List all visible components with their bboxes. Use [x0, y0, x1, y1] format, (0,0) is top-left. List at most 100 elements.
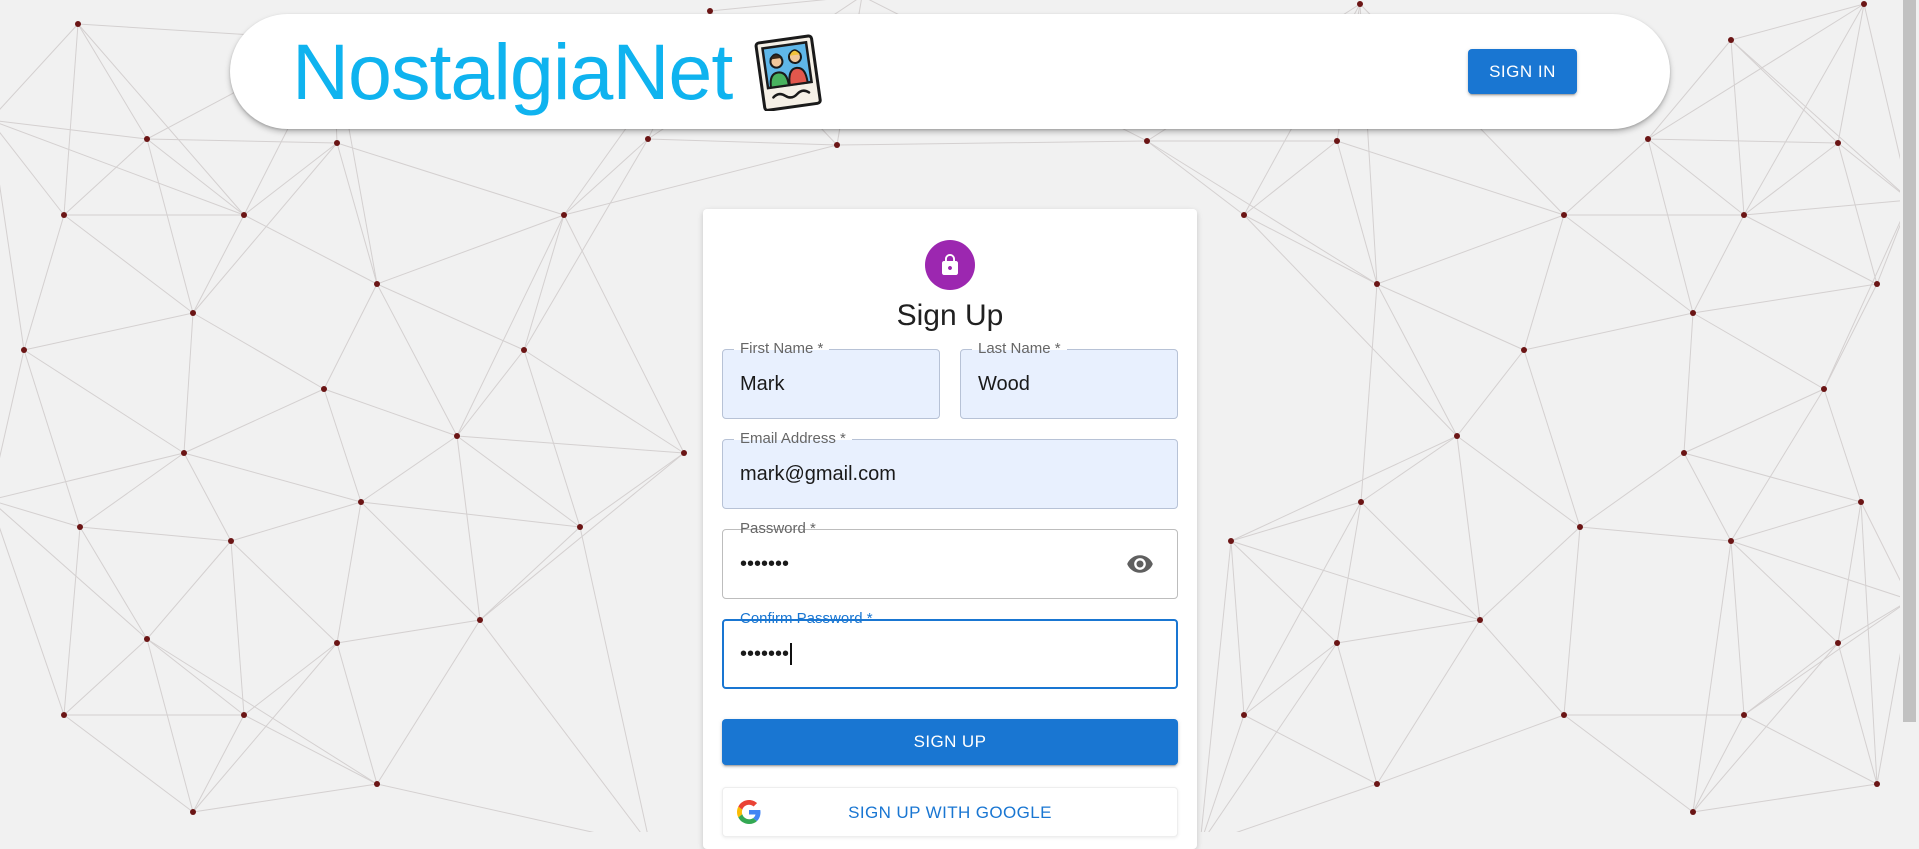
- network-line: [63, 714, 194, 813]
- network-line: [63, 23, 79, 216]
- network-line: [1479, 526, 1581, 621]
- network-line: [1743, 714, 1878, 785]
- network-line: [1837, 142, 1878, 285]
- brand-name: NostalgiaNet: [292, 27, 733, 116]
- network-line: [0, 184, 25, 351]
- network-line: [1203, 714, 1245, 832]
- network-line: [1236, 783, 1378, 832]
- network-line: [479, 619, 641, 832]
- network-node: [144, 136, 150, 142]
- network-node: [334, 640, 340, 646]
- network-node: [61, 712, 67, 718]
- network-node: [1835, 640, 1841, 646]
- network-node: [1241, 712, 1247, 718]
- network-line: [243, 642, 338, 716]
- network-line: [1479, 619, 1565, 716]
- network-line: [243, 214, 378, 285]
- network-line: [146, 638, 245, 716]
- network-node: [681, 450, 687, 456]
- network-line: [376, 619, 481, 785]
- network-line: [0, 508, 148, 640]
- network-node: [77, 524, 83, 530]
- network-line: [336, 501, 362, 644]
- email-field[interactable]: Email Address * mark@gmail.com: [722, 430, 1178, 509]
- password-field[interactable]: Password * •••••••: [722, 520, 1178, 599]
- brand: NostalgiaNet: [292, 32, 828, 111]
- network-line: [1563, 526, 1581, 716]
- network-line: [1743, 3, 1865, 216]
- network-line: [709, 0, 827, 12]
- network-line: [1692, 714, 1745, 813]
- lock-icon: [942, 254, 958, 275]
- network-node: [1357, 1, 1363, 7]
- network-line: [523, 138, 649, 351]
- network-line: [1730, 540, 1745, 716]
- network-line: [1376, 214, 1565, 285]
- network-line: [63, 526, 81, 716]
- network-line: [1243, 140, 1338, 216]
- network-line: [1863, 3, 1900, 160]
- confirm-password-value-wrap: •••••••: [740, 621, 792, 687]
- network-line: [836, 140, 1148, 146]
- network-line: [1730, 39, 1745, 216]
- network-line: [523, 349, 581, 528]
- network-line: [1683, 388, 1825, 454]
- last-name-field[interactable]: Last Name * Wood: [960, 340, 1178, 419]
- network-line: [1683, 312, 1694, 454]
- network-line: [79, 526, 232, 542]
- network-node: [1144, 138, 1150, 144]
- network-line: [376, 283, 458, 437]
- network-line: [1692, 783, 1878, 813]
- network-node: [1241, 212, 1247, 218]
- network-line: [336, 142, 378, 285]
- network-line: [579, 452, 685, 528]
- network-line: [1743, 200, 1900, 216]
- sign-in-button[interactable]: SIGN IN: [1468, 49, 1577, 94]
- network-node: [1858, 499, 1864, 505]
- text-caret: [790, 643, 792, 665]
- vertical-scrollbar[interactable]: [1900, 0, 1919, 832]
- network-line: [1692, 214, 1745, 314]
- network-line: [63, 138, 148, 216]
- network-line: [360, 501, 481, 621]
- network-line: [1336, 642, 1378, 785]
- eye-icon: [1127, 555, 1153, 573]
- network-node: [1374, 281, 1380, 287]
- password-value: •••••••: [740, 552, 790, 575]
- network-line: [1360, 283, 1378, 503]
- network-line: [23, 312, 194, 351]
- network-line: [79, 526, 148, 640]
- network-line: [1360, 501, 1481, 621]
- network-node: [1477, 617, 1483, 623]
- network-line: [563, 144, 838, 216]
- page-title: Sign Up: [896, 299, 1004, 332]
- network-line: [0, 132, 65, 216]
- network-node: [1561, 712, 1567, 718]
- network-line: [77, 23, 245, 216]
- network-node: [1334, 640, 1340, 646]
- network-node: [477, 617, 483, 623]
- network-line: [0, 23, 79, 110]
- scrollbar-thumb[interactable]: [1903, 0, 1916, 722]
- last-name-value: Wood: [978, 372, 1030, 395]
- network-line: [376, 283, 525, 351]
- network-line: [183, 452, 362, 503]
- network-line: [230, 501, 362, 542]
- network-node: [1228, 538, 1234, 544]
- network-line: [1230, 501, 1362, 542]
- toggle-password-visibility-button[interactable]: [1125, 549, 1155, 579]
- network-node: [1690, 310, 1696, 316]
- network-node: [1358, 499, 1364, 505]
- network-line: [456, 349, 525, 437]
- sign-up-button[interactable]: SIGN UP: [722, 719, 1178, 765]
- network-line: [1730, 501, 1862, 542]
- network-line: [1692, 540, 1732, 813]
- sign-up-with-google-button[interactable]: SIGN UP WITH GOOGLE: [722, 787, 1178, 837]
- first-name-field[interactable]: First Name * Mark: [722, 340, 940, 419]
- network-line: [1230, 435, 1458, 542]
- confirm-password-field[interactable]: Confirm Password * •••••••: [722, 610, 1178, 689]
- network-line: [1243, 642, 1338, 716]
- network-line: [23, 214, 65, 351]
- network-node: [1874, 281, 1880, 287]
- polaroid-photo-icon: [754, 33, 823, 111]
